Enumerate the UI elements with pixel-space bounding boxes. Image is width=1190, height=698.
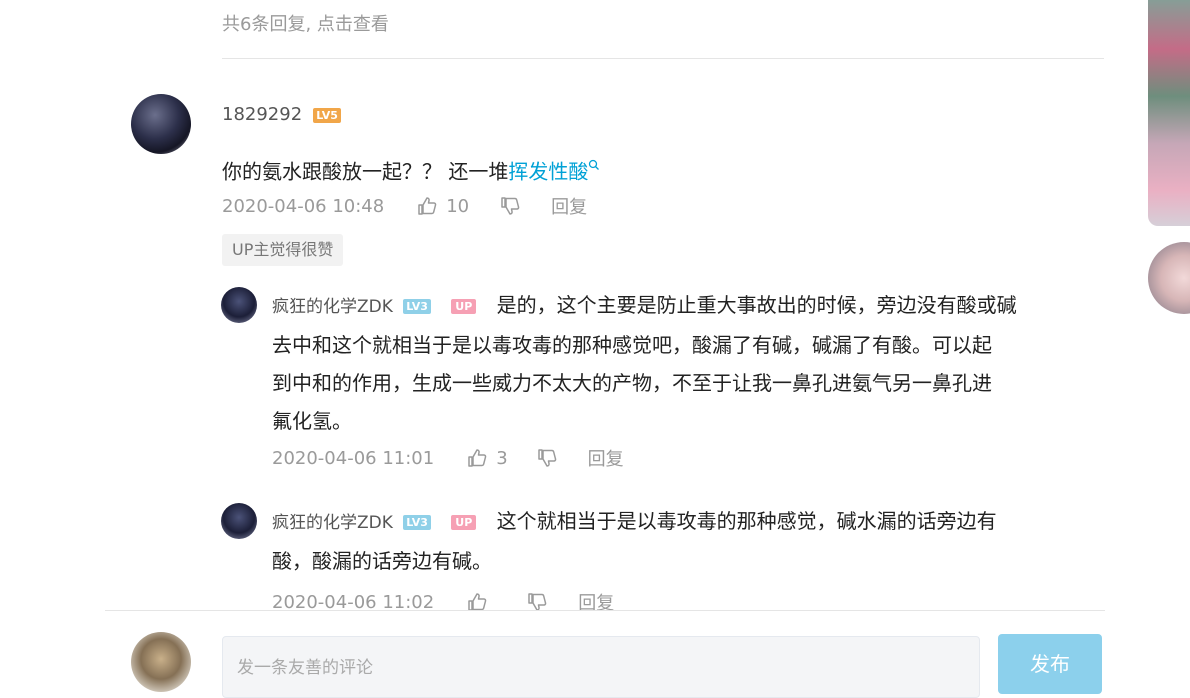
thumbs-up-icon[interactable] [466,447,488,469]
thumbs-down-icon[interactable] [536,447,558,469]
thumbs-down-icon[interactable] [499,195,521,217]
reply-text: 是的，这个主要是防止重大事故出的时候，旁边没有酸或碱 [496,293,1017,317]
timestamp: 2020-04-06 11:01 [272,447,435,469]
reply-item: 疯狂的化学ZDK LV3 UP 这个就相当于是以毒攻毒的那种感觉，碱水漏的话旁边… [272,502,1102,580]
divider [105,610,1105,611]
reply-username[interactable]: 疯狂的化学ZDK [272,297,393,317]
reply-text: 到中和的作用，生成一些威力不太大的产物，不至于让我一鼻孔进氨气另一鼻孔进 [272,371,992,395]
reply-item: 疯狂的化学ZDK LV3 UP 是的，这个主要是防止重大事故出的时候，旁边没有酸… [272,286,1102,440]
search-icon[interactable] [588,152,600,176]
reply-line-1: 疯狂的化学ZDK LV3 UP 是的，这个主要是防止重大事故出的时候，旁边没有酸… [272,286,1102,326]
timestamp: 2020-04-06 10:48 [222,195,385,217]
reply-meta: 2020-04-06 11:01 3 回复 [272,445,624,471]
comment-text-body: 你的氨水跟酸放一起？？ 还一堆 [222,159,509,184]
comment-text: 你的氨水跟酸放一起？？ 还一堆挥发性酸 [222,152,600,185]
divider [222,58,1104,59]
up-liked-badge: UP主觉得很赞 [222,234,344,266]
reply-text: 去中和这个就相当于是以毒攻毒的那种感觉吧，酸漏了有碱，碱漏了有酸。可以起 [272,333,992,357]
reply-text: 氟化氢。 [272,409,352,433]
thumbs-up-icon[interactable] [416,195,438,217]
reply-button[interactable]: 回复 [551,193,587,219]
comment-meta: 2020-04-06 10:48 10 回复 [222,193,587,219]
send-button[interactable]: 发布 [998,634,1102,694]
level-badge: LV5 [313,108,341,123]
reply-line-1: 疯狂的化学ZDK LV3 UP 这个就相当于是以毒攻毒的那种感觉，碱水漏的话旁边… [272,502,1102,542]
reply-username[interactable]: 疯狂的化学ZDK [272,513,393,533]
keyword-link[interactable]: 挥发性酸 [508,160,588,184]
avatar[interactable] [131,94,191,154]
up-badge: UP [451,515,477,530]
reply-button[interactable]: 回复 [578,589,614,615]
reply-button[interactable]: 回复 [588,445,624,471]
sidebar-thumbnail-image[interactable] [1148,0,1190,226]
comment-input-placeholder: 发一条友善的评论 [237,658,373,678]
reply-text: 这个就相当于是以毒攻毒的那种感觉，碱水漏的话旁边有 [496,509,997,533]
reply-avatar[interactable] [221,287,257,323]
reply-meta: 2020-04-06 11:02 回复 [272,589,614,615]
sidebar-avatar-image[interactable] [1148,242,1190,314]
like-count: 10 [446,195,470,217]
comment-input[interactable]: 发一条友善的评论 [222,636,980,698]
view-more-replies-link[interactable]: 共6条回复, 点击查看 [222,10,389,36]
reply-text: 酸，酸漏的话旁边有碱。 [272,549,492,573]
level-badge: LV3 [403,515,431,530]
up-badge: UP [451,299,477,314]
comment-header: 1829292 LV5 [222,104,341,125]
current-user-avatar[interactable] [131,632,191,692]
like-count: 3 [496,447,508,469]
level-badge: LV3 [403,299,431,314]
reply-avatar[interactable] [221,503,257,539]
username[interactable]: 1829292 [222,104,302,125]
